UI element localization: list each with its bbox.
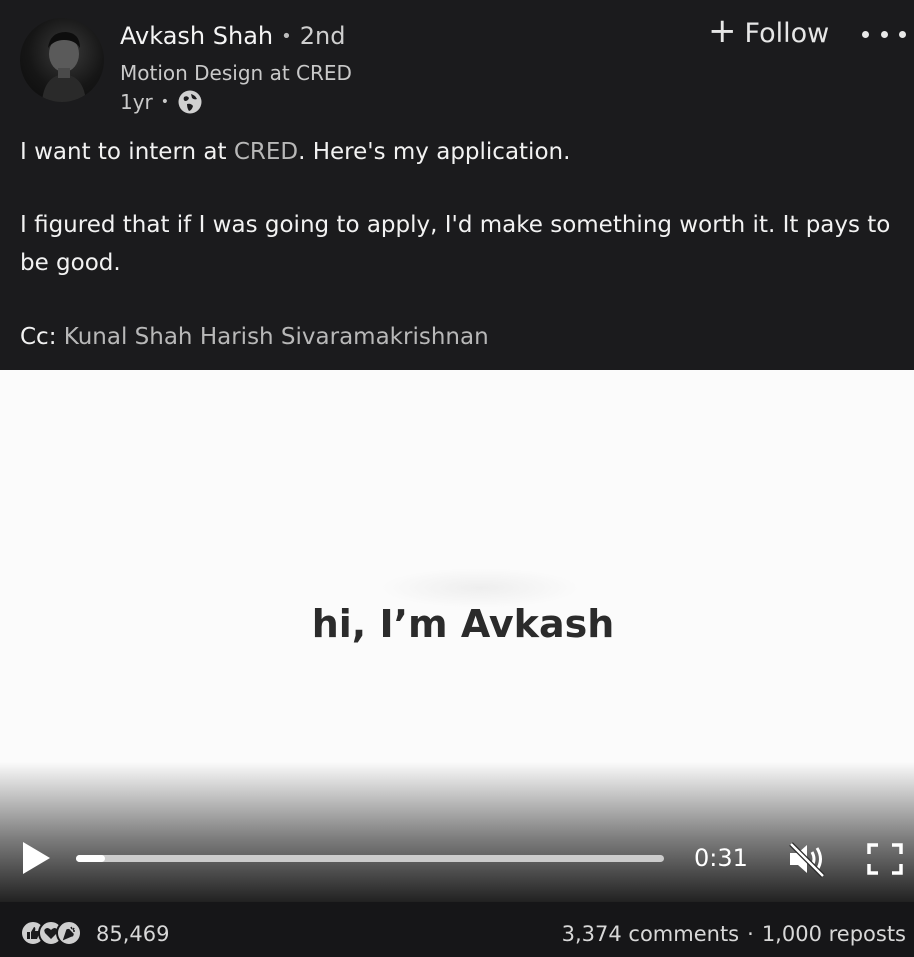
post-cc-line: Cc: Kunal Shah Harish Sivaramakrishnan	[20, 318, 904, 356]
more-options-icon[interactable]	[862, 22, 906, 46]
follow-label: Follow	[744, 17, 830, 49]
more-dot	[862, 30, 869, 38]
avatar[interactable]	[20, 18, 104, 102]
video-progress-bar[interactable]	[76, 855, 664, 862]
post-time: 1yr	[120, 90, 153, 114]
reposts-count[interactable]: 1,000 reposts	[762, 922, 906, 946]
post-paragraph-1: I want to intern at CRED. Here's my appl…	[20, 133, 904, 171]
social-counts-bar: 85,469 3,374 comments · 1,000 reposts	[0, 902, 914, 957]
avatar-portrait	[42, 32, 86, 102]
connection-degree: 2nd	[299, 22, 346, 50]
plus-icon: +	[708, 11, 737, 51]
video-progress-fill	[76, 855, 106, 862]
p1-text-before: I want to intern at	[20, 139, 234, 165]
p1-text-after: . Here's my application.	[298, 139, 571, 165]
author-name[interactable]: Avkash Shah	[120, 22, 273, 50]
globe-icon	[177, 89, 203, 115]
author-line: Avkash Shah • 2nd	[120, 22, 345, 50]
mention-cred[interactable]: CRED	[234, 139, 298, 165]
more-dot	[880, 30, 888, 38]
post-meta: 1yr •	[120, 89, 203, 115]
author-separator: •	[281, 26, 292, 47]
video-caption: hi, I’m Avkash	[311, 602, 615, 646]
mute-icon[interactable]	[787, 840, 827, 878]
meta-separator: •	[160, 94, 170, 110]
stats-separator: ·	[747, 922, 754, 946]
engagement-stats: 3,374 comments · 1,000 reposts	[562, 922, 906, 946]
mention-harish-sivaramakrishnan[interactable]: Harish Sivaramakrishnan	[200, 324, 489, 350]
cc-prefix: Cc:	[20, 324, 64, 350]
celebrate-icon	[56, 920, 82, 946]
comments-count[interactable]: 3,374 comments	[562, 922, 740, 946]
mention-kunal-shah[interactable]: Kunal Shah	[64, 324, 193, 350]
reaction-count[interactable]: 85,469	[96, 922, 169, 946]
play-icon[interactable]	[20, 840, 52, 876]
reaction-icons[interactable]	[20, 920, 82, 946]
post-header: Avkash Shah • 2nd Motion Design at CRED …	[0, 0, 914, 370]
more-dot	[899, 30, 906, 38]
video-controls-overlay	[0, 762, 914, 902]
video-player[interactable]: hi, I’m Avkash 0:31	[0, 370, 914, 902]
fullscreen-icon[interactable]	[866, 842, 904, 876]
video-time: 0:31	[694, 844, 748, 872]
post-paragraph-2: I figured that if I was going to apply, …	[20, 212, 891, 276]
author-headline: Motion Design at CRED	[120, 61, 352, 85]
follow-button[interactable]: + Follow	[708, 11, 830, 51]
